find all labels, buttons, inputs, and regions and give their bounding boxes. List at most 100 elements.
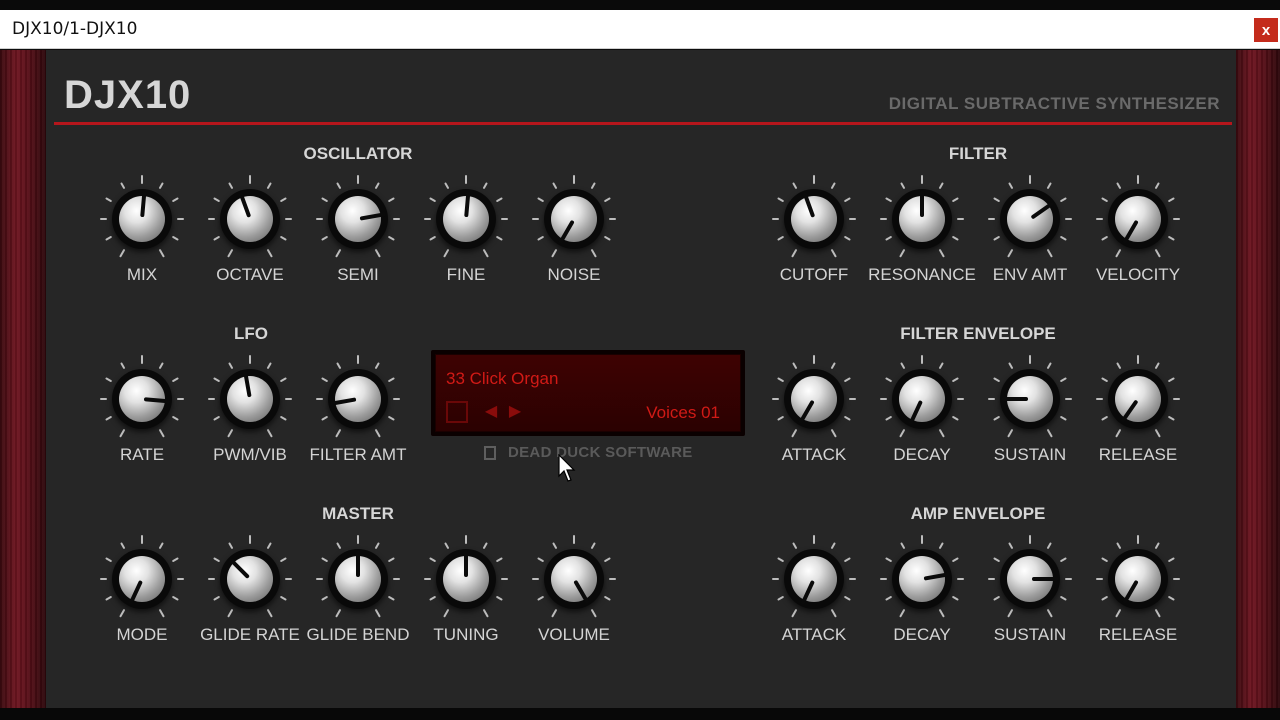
knob-cap <box>335 196 381 242</box>
knob-cap <box>227 376 273 422</box>
knob-lfo-2[interactable]: FILTER AMT <box>308 355 408 477</box>
knob-oscillator-0[interactable]: MIX <box>92 175 192 297</box>
knob-oscillator-3[interactable]: FINE <box>416 175 516 297</box>
knob-dial[interactable] <box>784 189 844 249</box>
knob-dial[interactable] <box>544 189 604 249</box>
patch-name[interactable]: 33 Click Organ <box>446 369 558 389</box>
section-title-oscillator: OSCILLATOR <box>303 144 413 163</box>
knob-dial[interactable] <box>328 189 388 249</box>
knob-filter-3[interactable]: VELOCITY <box>1088 175 1188 297</box>
knob-filter-0[interactable]: CUTOFF <box>764 175 864 297</box>
knob-filter-envelope-0[interactable]: ATTACK <box>764 355 864 477</box>
knob-dial[interactable] <box>892 369 952 429</box>
knob-master-3[interactable]: TUNING <box>416 535 516 657</box>
knob-filter-1[interactable]: RESONANCE <box>868 175 976 297</box>
knob-dial[interactable] <box>220 549 280 609</box>
knob-lfo-1[interactable]: PWM/VIB <box>200 355 300 477</box>
close-button[interactable]: x <box>1254 18 1278 42</box>
knob-cap <box>227 196 273 242</box>
section-title-master: MASTER <box>322 504 394 523</box>
knob-master-4[interactable]: VOLUME <box>524 535 624 657</box>
knob-dial[interactable] <box>436 189 496 249</box>
knob-pointer <box>1002 397 1028 401</box>
knob-dial[interactable] <box>220 189 280 249</box>
top-strip <box>0 0 1280 10</box>
knob-cap <box>791 556 837 602</box>
knob-dial[interactable] <box>1108 369 1168 429</box>
knob-dial[interactable] <box>436 549 496 609</box>
knob-filter-envelope-1[interactable]: DECAY <box>872 355 972 477</box>
save-icon[interactable] <box>446 401 468 423</box>
knob-dial[interactable] <box>892 189 952 249</box>
knob-filter-2[interactable]: ENV AMT <box>980 175 1080 297</box>
knob-label: VELOCITY <box>1095 265 1181 284</box>
brand-footer: DEAD DUCK SOFTWARE <box>484 444 744 464</box>
section-title-lfo: LFO <box>234 324 268 343</box>
knob-dial[interactable] <box>784 549 844 609</box>
knob-cap <box>1115 376 1161 422</box>
knob-dial[interactable] <box>328 549 388 609</box>
section-title-filter-envelope: FILTER ENVELOPE <box>900 324 1056 343</box>
lcd-screen: 33 Click Organ ◀ ▶ Voices 01 <box>435 354 741 432</box>
synth-logo: DJX10 <box>64 73 192 117</box>
knob-dial[interactable] <box>1108 549 1168 609</box>
synth-subtitle: DIGITAL SUBTRACTIVE SYNTHESIZER <box>888 94 1220 113</box>
knob-pointer <box>920 191 924 217</box>
knob-amp-envelope-2[interactable]: SUSTAIN <box>980 535 1080 657</box>
knob-amp-envelope-3[interactable]: RELEASE <box>1088 535 1188 657</box>
window-title: DJX10/1-DJX10 <box>12 19 138 39</box>
knob-oscillator-1[interactable]: OCTAVE <box>200 175 300 297</box>
knob-dial[interactable] <box>112 549 172 609</box>
knob-cap <box>551 196 597 242</box>
knob-dial[interactable] <box>1000 549 1060 609</box>
knob-label: RELEASE <box>1098 625 1178 644</box>
knob-oscillator-2[interactable]: SEMI <box>308 175 408 297</box>
wood-side-right <box>1236 50 1280 710</box>
brand-logo-icon <box>484 446 496 460</box>
voices-readout: Voices 01 <box>646 403 720 422</box>
knob-master-0[interactable]: MODE <box>92 535 192 657</box>
knob-label: VOLUME <box>538 625 610 644</box>
knob-pointer <box>1032 577 1058 581</box>
knob-dial[interactable] <box>784 369 844 429</box>
patch-display: 33 Click Organ ◀ ▶ Voices 01 <box>431 350 745 436</box>
knob-cap <box>791 376 837 422</box>
prev-arrow-icon[interactable]: ◀ <box>480 401 502 421</box>
brand-text: DEAD DUCK SOFTWARE <box>508 444 693 461</box>
knob-cap <box>1115 556 1161 602</box>
knob-master-1[interactable]: GLIDE RATE <box>200 535 300 657</box>
knob-cap <box>1115 196 1161 242</box>
knob-dial[interactable] <box>1108 189 1168 249</box>
knob-filter-envelope-2[interactable]: SUSTAIN <box>980 355 1080 477</box>
knob-label: RELEASE <box>1098 445 1178 464</box>
knob-dial[interactable] <box>1000 189 1060 249</box>
window-titlebar[interactable]: DJX10/1-DJX10 x <box>0 10 1280 49</box>
knob-cap <box>1007 196 1053 242</box>
knob-cap <box>899 556 945 602</box>
header-divider <box>54 122 1232 125</box>
knob-dial[interactable] <box>220 369 280 429</box>
knob-cap <box>899 376 945 422</box>
knob-dial[interactable] <box>112 189 172 249</box>
next-arrow-icon[interactable]: ▶ <box>504 401 526 421</box>
knob-dial[interactable] <box>544 549 604 609</box>
knob-cap <box>791 196 837 242</box>
knob-amp-envelope-1[interactable]: DECAY <box>872 535 972 657</box>
knob-cap <box>119 556 165 602</box>
knob-dial[interactable] <box>1000 369 1060 429</box>
knob-cap <box>551 556 597 602</box>
knob-dial[interactable] <box>112 369 172 429</box>
knob-oscillator-4[interactable]: NOISE <box>524 175 624 297</box>
knob-label: FILTER AMT <box>309 445 407 464</box>
knob-lfo-0[interactable]: RATE <box>92 355 192 477</box>
section-title-filter: FILTER <box>948 144 1008 163</box>
knob-pointer <box>464 551 468 577</box>
knob-amp-envelope-0[interactable]: ATTACK <box>764 535 864 657</box>
synth-panel: DJX10 DIGITAL SUBTRACTIVE SYNTHESIZER OS… <box>46 50 1236 708</box>
knob-filter-envelope-3[interactable]: RELEASE <box>1088 355 1188 477</box>
knob-master-2[interactable]: GLIDE BEND <box>307 535 409 657</box>
knob-dial[interactable] <box>328 369 388 429</box>
knob-label: NOISE <box>547 265 601 284</box>
knob-dial[interactable] <box>892 549 952 609</box>
wood-side-left <box>0 50 46 710</box>
